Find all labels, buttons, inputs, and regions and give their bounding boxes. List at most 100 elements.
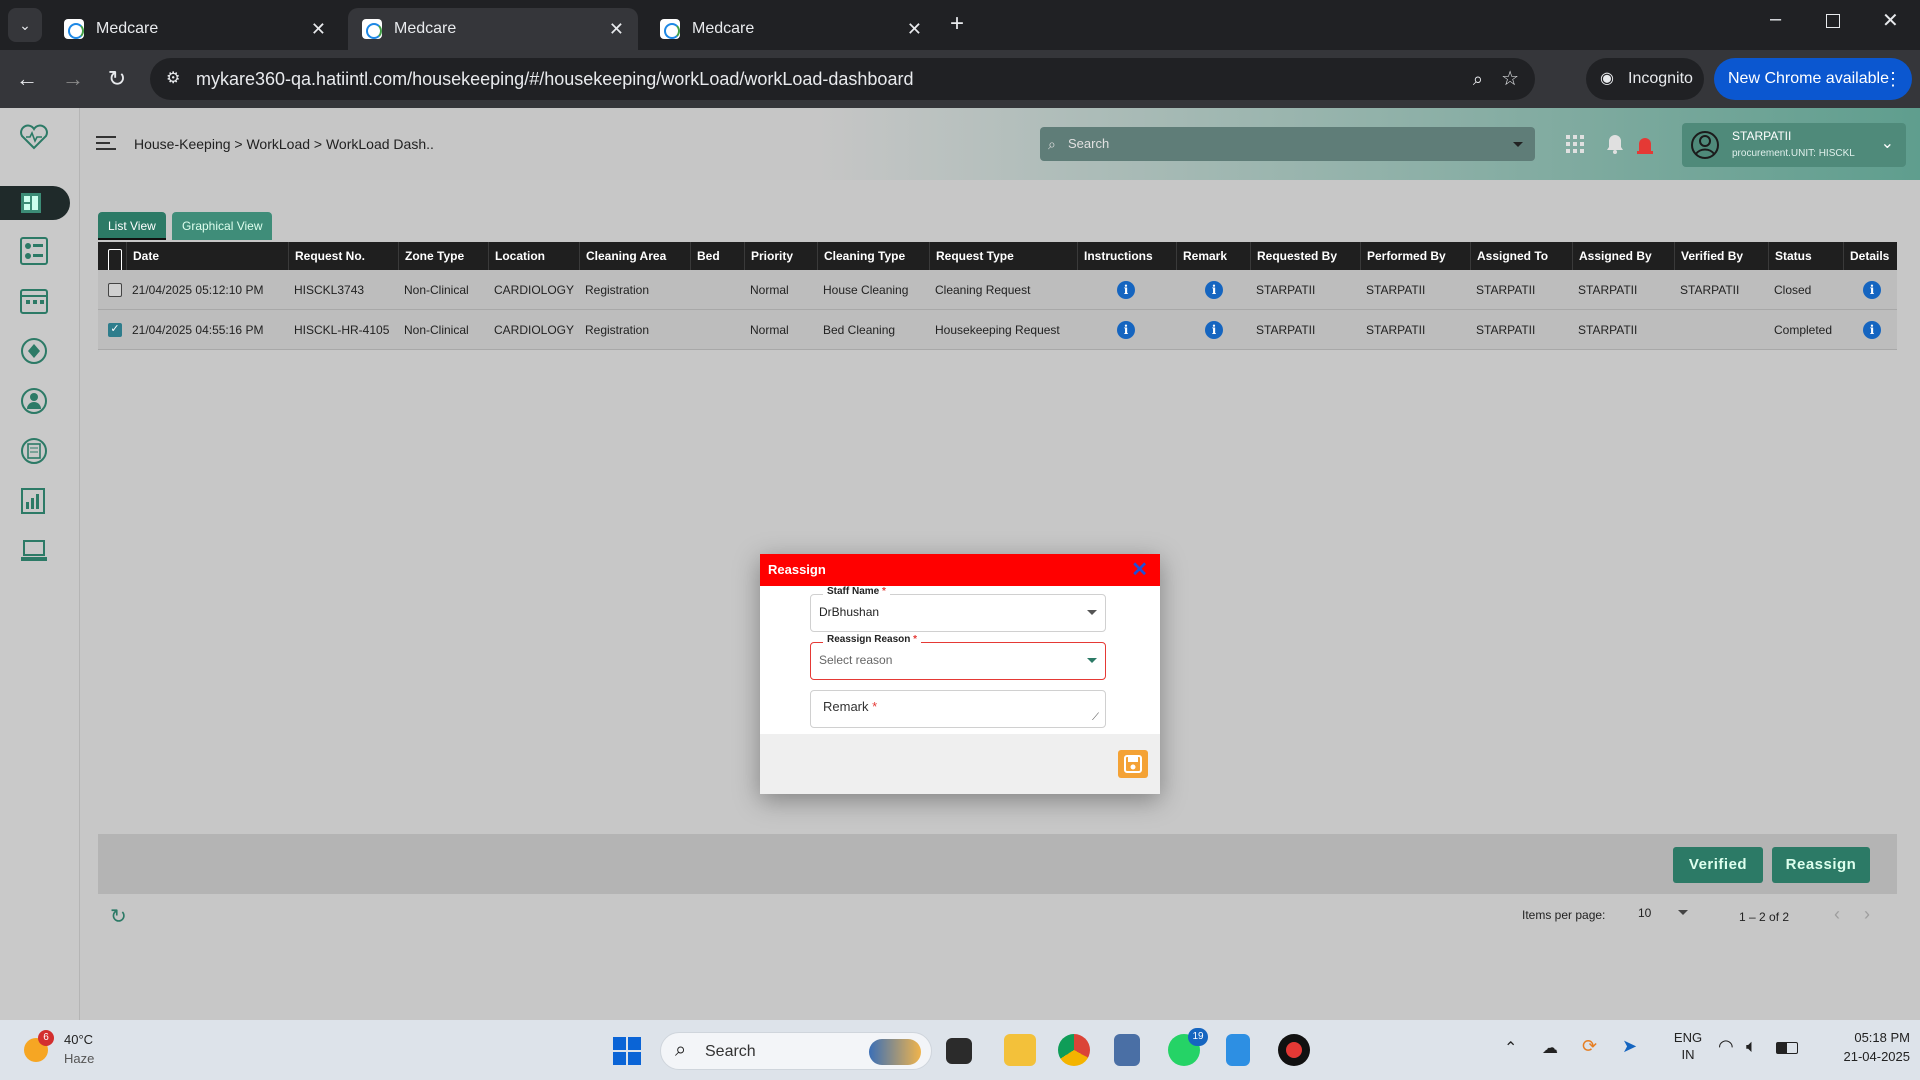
chevron-down-icon[interactable]: ⌄ <box>1881 133 1894 153</box>
row-checkbox-checked[interactable]: ✓ <box>108 323 122 337</box>
row-checkbox[interactable] <box>108 283 122 297</box>
details-info-icon[interactable]: i <box>1863 321 1881 339</box>
tray-chevron-up-icon[interactable]: ⌃ <box>1504 1038 1517 1058</box>
remark-textarea[interactable]: Remark * ⟋ <box>810 690 1106 728</box>
address-bar[interactable]: ⚙ mykare360-qa.hatiintl.com/housekeeping… <box>150 58 1535 100</box>
checklist-icon[interactable] <box>18 436 50 466</box>
wifi-icon[interactable]: ◠ <box>1718 1036 1734 1057</box>
notification-bell-icon[interactable] <box>1606 134 1624 154</box>
cell-priority: Normal <box>750 323 789 337</box>
sync-icon[interactable]: ⟳ <box>1582 1036 1597 1057</box>
close-tab-icon[interactable]: ✕ <box>609 19 624 40</box>
sidebar-item-workload[interactable] <box>0 186 70 220</box>
forward-icon[interactable]: → <box>58 64 88 94</box>
instructions-info-icon[interactable]: i <box>1117 321 1135 339</box>
new-tab-icon[interactable]: + <box>950 10 964 38</box>
save-button[interactable] <box>1118 750 1148 778</box>
cell-requested-by: STARPATII <box>1256 323 1316 337</box>
clock[interactable]: 05:18 PM 21-04-2025 <box>1810 1030 1911 1064</box>
whatsapp-icon[interactable]: 19 <box>1168 1028 1208 1066</box>
reports-icon[interactable] <box>18 486 50 516</box>
reload-icon[interactable]: ↻ <box>102 64 132 94</box>
col-location: Location <box>488 242 579 270</box>
zoom-icon[interactable]: ⌕ <box>1473 58 1483 100</box>
language-indicator[interactable]: ENG IN <box>1668 1030 1708 1062</box>
weather-widget[interactable]: 6 40°C Haze <box>20 1028 130 1072</box>
new-chrome-label: New Chrome available <box>1728 70 1889 87</box>
back-icon[interactable]: ← <box>12 64 42 94</box>
search-icon: ⌕ <box>1048 136 1056 152</box>
restore-icon[interactable] <box>1826 14 1840 28</box>
col-request-no: Request No. <box>288 242 398 270</box>
task-view-icon[interactable] <box>946 1038 972 1064</box>
chrome-menu-icon[interactable]: ⋮ <box>1884 58 1902 100</box>
search-dropdown-icon[interactable] <box>1513 142 1523 147</box>
user-menu[interactable]: STARPATII procurement.UNIT: HISCKL ⌄ <box>1682 123 1906 167</box>
browser-tab-1[interactable]: Medcare ✕ <box>50 8 340 50</box>
staff-name-select[interactable]: Staff Name * DrBhushan <box>810 586 1106 632</box>
record-dot-icon <box>1286 1042 1302 1058</box>
browser-tab-2[interactable]: Medcare ✕ <box>348 8 638 50</box>
cell-assigned-to: STARPATII <box>1476 323 1536 337</box>
col-performed-by: Performed By <box>1360 242 1470 270</box>
schedule-icon[interactable] <box>18 286 50 316</box>
cell-request-type: Cleaning Request <box>935 283 1031 297</box>
table-row[interactable]: ✓ 21/04/2025 04:55:16 PM HISCKL-HR-4105 … <box>98 310 1897 350</box>
search-input[interactable]: ⌕ Search <box>1040 127 1535 161</box>
cell-cleaning-type: House Cleaning <box>823 283 909 297</box>
next-page-icon[interactable]: › <box>1864 904 1870 925</box>
windows-start-icon[interactable] <box>612 1036 642 1066</box>
location-icon[interactable]: ➤ <box>1622 1036 1637 1057</box>
heart-logo-icon[interactable] <box>18 122 50 152</box>
window-close-icon[interactable]: ✕ <box>1882 8 1899 33</box>
bookmark-star-icon[interactable]: ☆ <box>1501 58 1519 100</box>
cell-area: Registration <box>585 323 650 337</box>
staff-name-label: Staff Name * <box>823 586 890 597</box>
minimize-icon[interactable]: – <box>1770 8 1781 31</box>
file-explorer-icon[interactable] <box>1004 1034 1036 1066</box>
prev-page-icon[interactable]: ‹ <box>1834 904 1840 925</box>
instructions-info-icon[interactable]: i <box>1117 281 1135 299</box>
reassign-button[interactable]: Reassign <box>1772 847 1870 883</box>
site-info-icon[interactable]: ⚙ <box>166 58 180 100</box>
col-requested-by: Requested By <box>1250 242 1360 270</box>
remark-info-icon[interactable]: i <box>1205 281 1223 299</box>
incognito-indicator[interactable]: ◉ Incognito <box>1586 58 1704 100</box>
housekeeping-staff-icon[interactable] <box>18 386 50 416</box>
tab-graphical-view[interactable]: Graphical View <box>172 212 273 240</box>
volume-icon[interactable]: 🔈︎ <box>1746 1036 1757 1057</box>
cell-status: Completed <box>1774 323 1833 337</box>
resize-handle-icon[interactable]: ⟋ <box>1092 712 1099 723</box>
taskbar-search[interactable]: ⌕ Search <box>660 1032 932 1070</box>
refresh-icon[interactable]: ↻ <box>110 904 127 929</box>
reassign-reason-select[interactable]: Reassign Reason * Select reason <box>810 634 1106 680</box>
table-row[interactable]: 21/04/2025 05:12:10 PM HISCKL3743 Non-Cl… <box>98 270 1897 310</box>
items-per-page-select[interactable]: 10 <box>1638 904 1688 924</box>
alarm-icon[interactable] <box>1636 134 1654 154</box>
notepad-icon[interactable] <box>1226 1034 1250 1066</box>
tab-title: Medcare <box>692 20 755 37</box>
close-tab-icon[interactable]: ✕ <box>311 19 326 40</box>
tab-search-button[interactable]: ⌄ <box>8 8 42 42</box>
details-info-icon[interactable]: i <box>1863 281 1881 299</box>
recorder-icon[interactable] <box>1278 1034 1310 1066</box>
calculator-icon[interactable] <box>1114 1034 1140 1066</box>
chrome-icon[interactable] <box>1058 1034 1090 1066</box>
staff-name-value: DrBhushan <box>819 605 880 619</box>
browser-tab-3[interactable]: Medcare ✕ <box>646 8 936 50</box>
close-tab-icon[interactable]: ✕ <box>907 19 922 40</box>
onedrive-icon[interactable]: ☁ <box>1542 1038 1558 1058</box>
incognito-icon: ◉ <box>1600 70 1614 87</box>
close-icon[interactable]: ✕ <box>1131 554 1148 586</box>
new-chrome-button[interactable]: New Chrome available ⋮ <box>1714 58 1912 100</box>
menu-toggle-icon[interactable] <box>96 136 116 150</box>
verified-button[interactable]: Verified <box>1673 847 1763 883</box>
dashboard-icon <box>21 193 41 213</box>
tab-list-view[interactable]: List View <box>98 212 166 240</box>
remark-info-icon[interactable]: i <box>1205 321 1223 339</box>
apps-grid-icon[interactable] <box>1566 135 1584 153</box>
battery-icon[interactable] <box>1776 1042 1798 1054</box>
laptop-icon[interactable] <box>18 536 50 566</box>
staff-list-icon[interactable] <box>18 236 50 266</box>
cleaning-globe-icon[interactable] <box>18 336 50 366</box>
